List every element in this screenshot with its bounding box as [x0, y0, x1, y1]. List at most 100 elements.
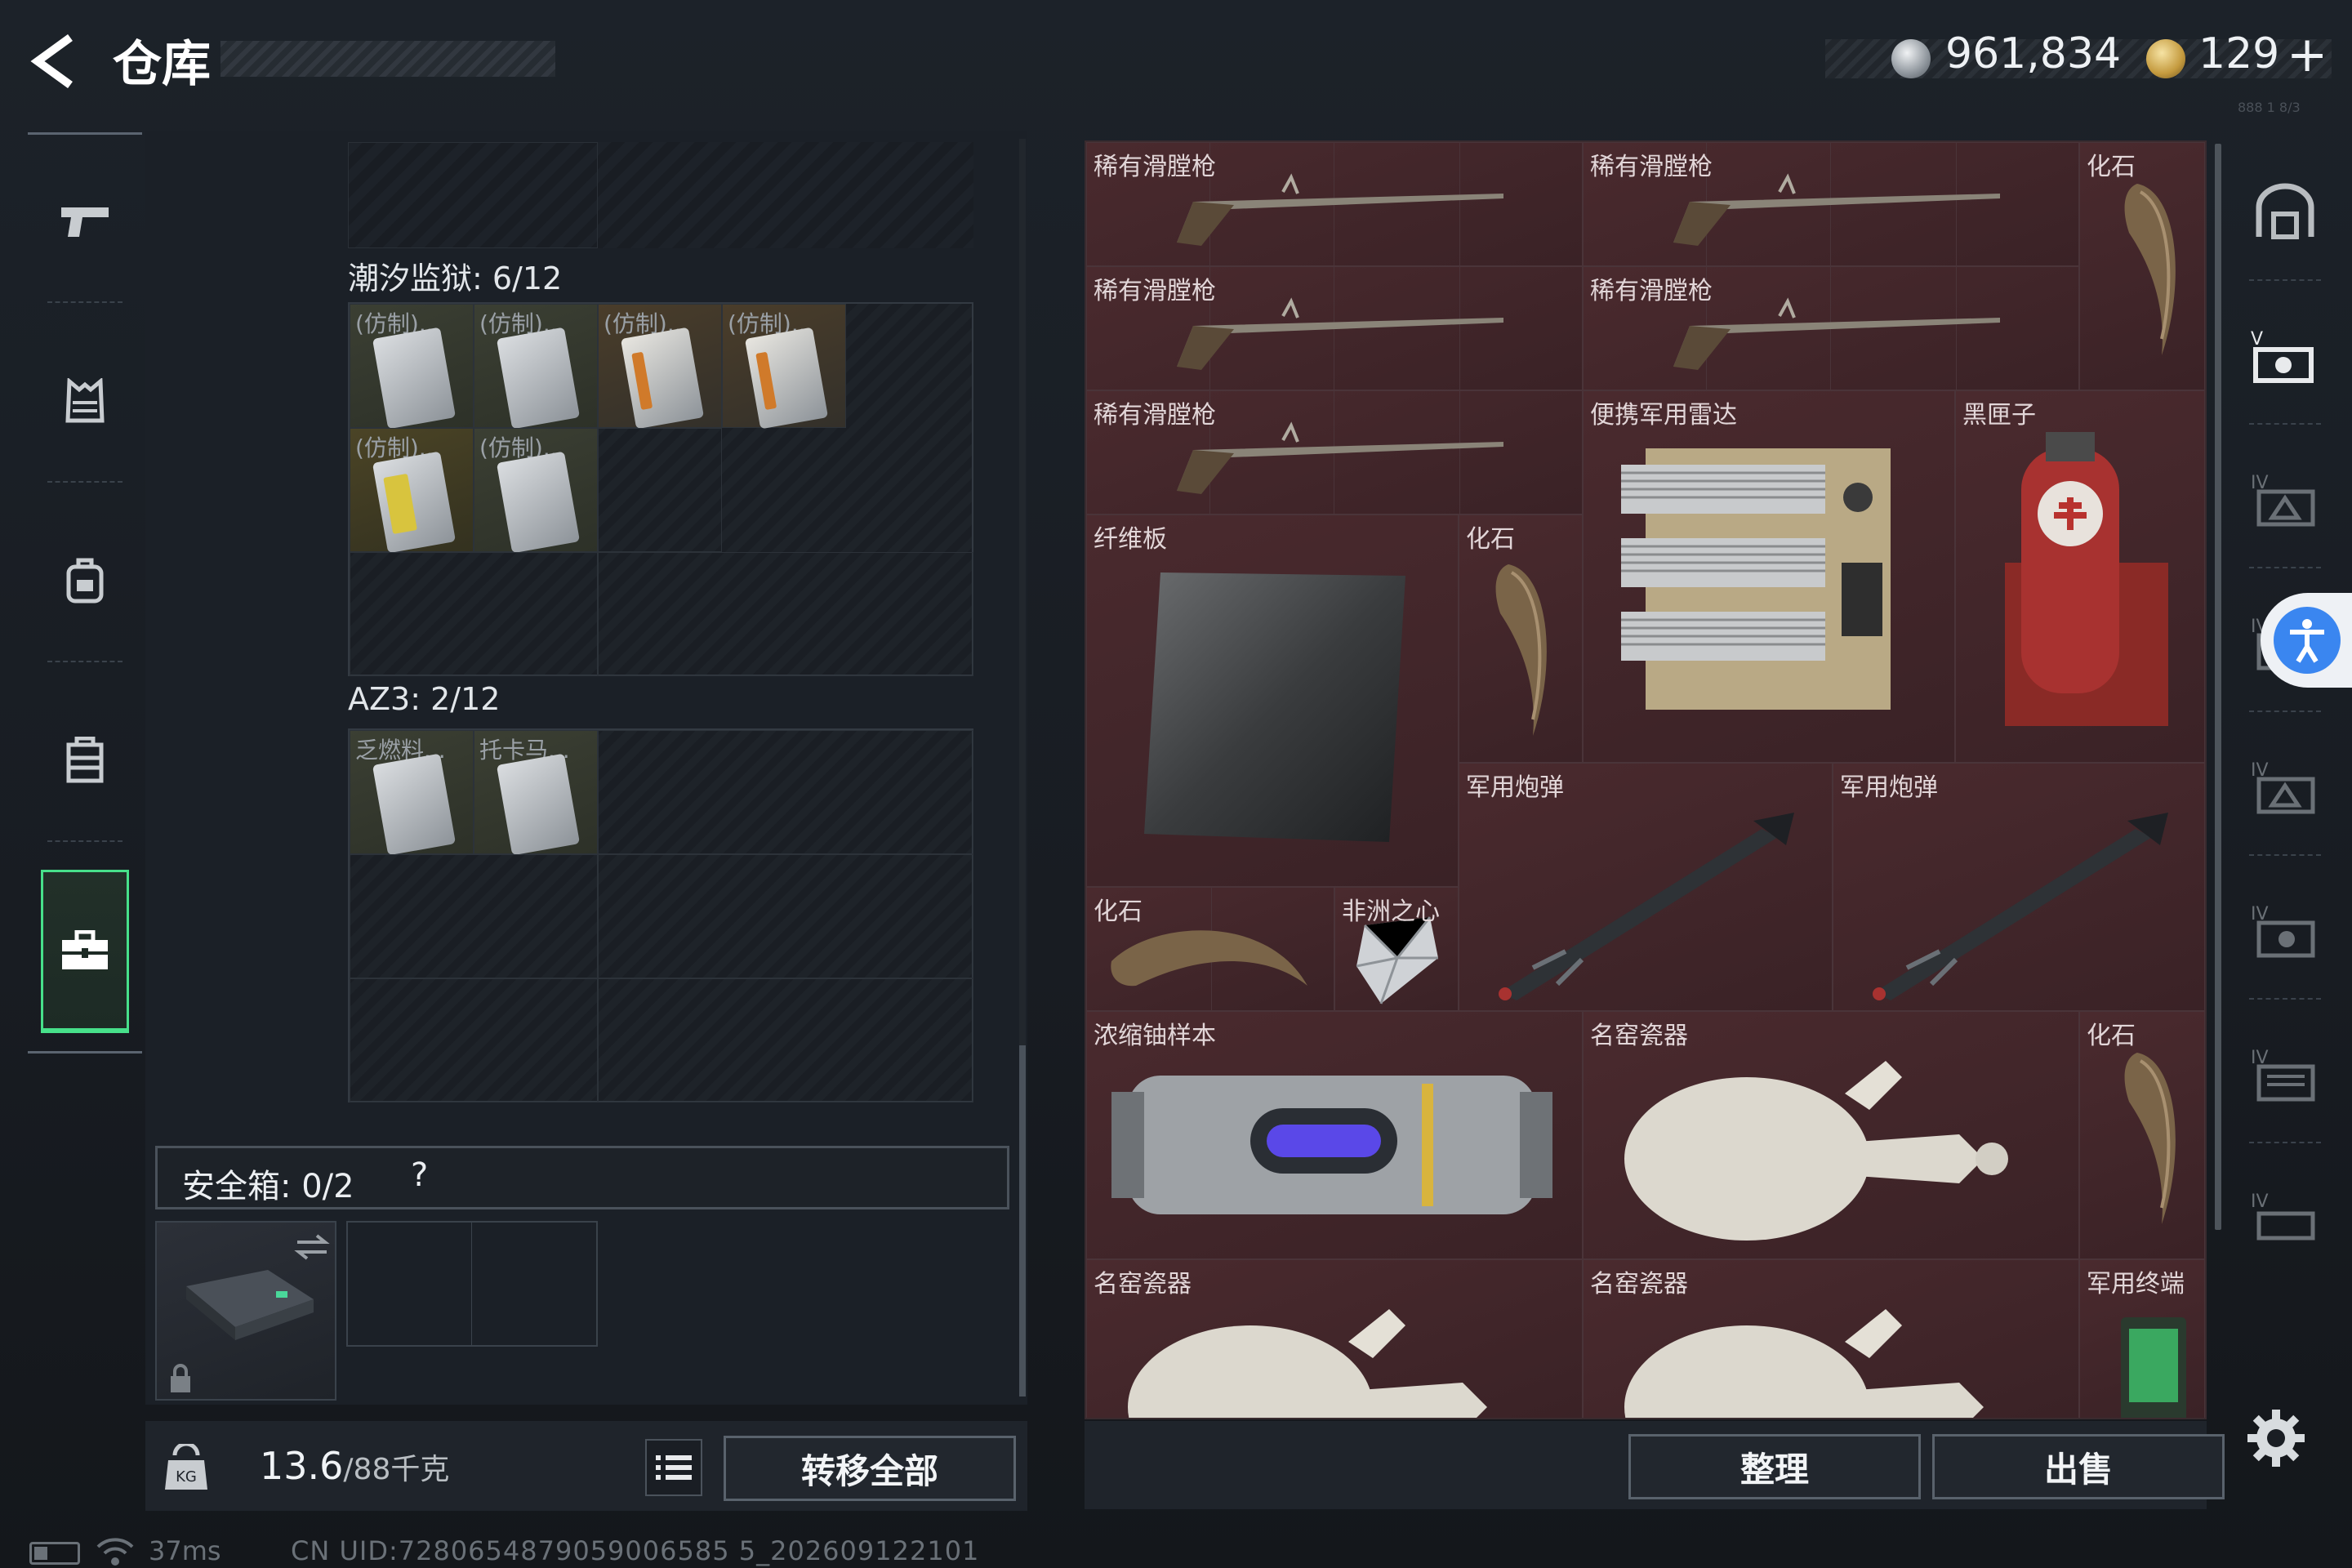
gear-icon[interactable] — [2246, 1408, 2306, 1468]
inv-item-portable-radar[interactable]: 便携军用雷达 — [1583, 390, 1955, 763]
uid-readout: CN UID:7280654879059006585 5_20260912210… — [291, 1535, 980, 1566]
status-bar: 37ms CN UID:7280654879059006585 5_202609… — [0, 1524, 2352, 1568]
inv-item-heart-of-africa[interactable]: 非洲之心 — [1334, 887, 1459, 1011]
battery-icon — [29, 1542, 80, 1565]
transfer-all-button[interactable]: 转移全部 — [724, 1436, 1016, 1501]
empty-slot[interactable] — [598, 978, 973, 1102]
page-iv-icon: IV — [2251, 760, 2315, 814]
weight-current: 13.6 — [260, 1444, 344, 1488]
page-title: 仓库 — [113, 36, 211, 93]
inv-item-artillery-shell-1[interactable]: 军用炮弹 — [1459, 763, 1833, 1011]
rnav-stash-home[interactable] — [2236, 142, 2334, 281]
artillery-shell-icon — [1499, 813, 1794, 1000]
lock-icon — [171, 1364, 190, 1392]
inv-item-famous-porcelain-3[interactable]: 名窑瓷器 — [1583, 1259, 2079, 1418]
stash-top-slot-right — [598, 142, 973, 248]
sell-button[interactable]: 出售 — [1932, 1434, 2225, 1499]
safebox-icon — [186, 1270, 314, 1340]
stash-item[interactable]: (仿制)... — [474, 428, 598, 554]
stash-scrollbar[interactable] — [1019, 139, 1026, 1396]
inv-item-black-box[interactable]: 黑匣子 — [1955, 390, 2205, 763]
inventory-panel: 稀有滑膛枪 稀有滑膛枪 化石 稀有滑膛枪 稀有滑膛枪 稀有滑膛枪 便携军用雷达 … — [1085, 140, 2207, 1419]
list-view-button[interactable] — [645, 1439, 702, 1496]
section-label-az3: AZ3: 2/12 — [348, 681, 501, 717]
stash-item[interactable]: (仿制)... — [474, 304, 598, 430]
stash-item[interactable]: (仿制)... — [598, 304, 722, 430]
back-arrow-icon[interactable] — [29, 34, 87, 88]
page-iv-icon: IV — [2251, 1192, 2315, 1241]
empty-slot[interactable] — [598, 428, 722, 552]
claw-fossil-icon — [2124, 184, 2176, 355]
rnav-page-4e[interactable]: IV — [2236, 1004, 2334, 1143]
nav-backpack[interactable] — [41, 499, 129, 662]
inv-item-military-terminal[interactable]: 军用终端 — [2079, 1259, 2205, 1418]
swap-icon[interactable] — [294, 1232, 330, 1262]
list-icon — [656, 1455, 692, 1480]
stash-item[interactable]: 托卡马... — [474, 730, 598, 856]
svg-text:V: V — [2251, 329, 2263, 350]
wifi-icon — [96, 1538, 134, 1566]
header: 仓库 961,834 129 + 888 1 8/3 — [0, 0, 2352, 122]
stash-item[interactable]: (仿制)... — [350, 304, 474, 430]
inv-item-fossil-4[interactable]: 化石 — [2079, 1011, 2205, 1259]
stash-item[interactable]: 乏燃料... — [350, 730, 474, 856]
accessibility-button[interactable] — [2261, 593, 2352, 688]
inv-item-rare-musket-5[interactable]: 稀有滑膛枪 — [1086, 390, 1583, 514]
safebox-empty-slots[interactable] — [346, 1221, 598, 1347]
inv-item-fiber-board[interactable]: 纤维板 — [1086, 514, 1459, 887]
inv-item-rare-musket-3[interactable]: 稀有滑膛枪 — [1086, 266, 1583, 390]
inv-item-fossil-3[interactable]: 化石 — [1086, 887, 1334, 1011]
rnav-page-4a[interactable]: IV — [2236, 430, 2334, 568]
gold-amount: 129 — [2198, 29, 2280, 78]
empty-slot[interactable] — [598, 552, 973, 676]
empty-slot[interactable] — [598, 730, 973, 854]
nav-armor[interactable] — [41, 319, 129, 483]
inv-item-fossil-2[interactable]: 化石 — [1459, 514, 1583, 763]
arch-icon — [2256, 183, 2314, 239]
rig-icon — [66, 737, 104, 783]
black-box-icon — [2005, 432, 2168, 726]
svg-text:IV: IV — [2251, 1192, 2269, 1212]
empty-slot[interactable] — [350, 854, 598, 978]
nav-weapons[interactable] — [41, 140, 129, 303]
inv-item-famous-porcelain-1[interactable]: 名窑瓷器 — [1583, 1011, 2079, 1259]
inv-item-rare-musket-1[interactable]: 稀有滑膛枪 — [1086, 142, 1583, 266]
page-iv-icon: IV — [2251, 904, 2315, 958]
silver-coin-icon — [1891, 39, 1931, 78]
inv-item-famous-porcelain-2[interactable]: 名窑瓷器 — [1086, 1259, 1583, 1418]
sort-button[interactable]: 整理 — [1628, 1434, 1921, 1499]
right-nav: V IV IV IV IV IV IV — [2226, 137, 2349, 1419]
inventory-scrollbar[interactable] — [2215, 144, 2221, 1230]
rnav-page-4f[interactable]: IV — [2236, 1148, 2334, 1287]
add-currency-button[interactable]: + — [2287, 26, 2328, 83]
empty-slot[interactable] — [350, 978, 598, 1102]
empty-slot[interactable] — [350, 552, 598, 676]
stash-item[interactable]: (仿制)... — [722, 304, 846, 430]
inventory-bottom-bar: 整理 出售 — [1085, 1421, 2225, 1509]
inv-item-uranium-sample[interactable]: 浓缩铀样本 — [1086, 1011, 1583, 1259]
inv-item-artillery-shell-2[interactable]: 军用炮弹 — [1833, 763, 2205, 1011]
nav-stash[interactable] — [41, 870, 129, 1033]
pistol-icon — [61, 207, 109, 237]
porcelain-vase-icon — [1624, 1061, 2008, 1241]
porcelain-vase-icon — [1624, 1309, 1984, 1418]
safebox-container[interactable] — [155, 1221, 336, 1401]
inv-item-rare-musket-2[interactable]: 稀有滑膛枪 — [1583, 142, 2079, 266]
gold-coin-icon — [2146, 39, 2185, 78]
uranium-canister-icon — [1111, 1076, 1552, 1214]
radar-crate-icon — [1621, 448, 1891, 710]
inv-item-fossil-1[interactable]: 化石 — [2079, 142, 2205, 390]
nav-chest-rig[interactable] — [41, 679, 129, 842]
stash-grid-az3: 乏燃料... 托卡马... — [348, 728, 973, 1102]
rnav-page-5[interactable]: V — [2236, 286, 2334, 425]
terminal-icon — [2121, 1317, 2186, 1418]
help-icon[interactable]: ? — [411, 1156, 428, 1194]
svg-text:KG: KG — [176, 1468, 197, 1486]
weight-max: /88千克 — [343, 1453, 450, 1486]
weight-icon: KG — [165, 1444, 207, 1490]
stash-item[interactable]: (仿制)... — [350, 428, 474, 554]
inv-item-rare-musket-4[interactable]: 稀有滑膛枪 — [1583, 266, 2079, 390]
empty-slot[interactable] — [598, 854, 973, 978]
rnav-page-4d[interactable]: IV — [2236, 861, 2334, 1000]
rnav-page-4c[interactable]: IV — [2236, 717, 2334, 856]
